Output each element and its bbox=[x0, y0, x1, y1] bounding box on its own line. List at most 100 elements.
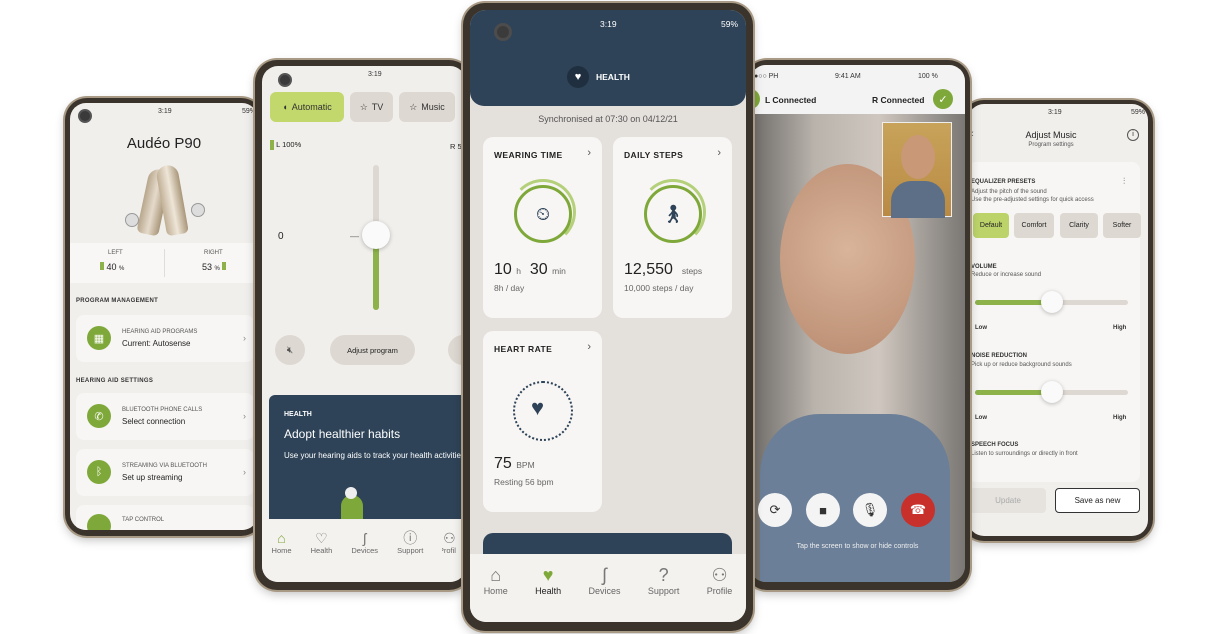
profile-icon: ⚇ bbox=[711, 565, 728, 585]
volume-high: High bbox=[1113, 325, 1127, 331]
preset-comfort[interactable]: Comfort bbox=[1014, 213, 1054, 238]
nav-devices[interactable]: ʃ Devices bbox=[588, 564, 620, 622]
connection-bar: ✓ L Connected R Connected ✓ bbox=[750, 87, 965, 114]
walking-person-icon: 🚶︎ bbox=[644, 185, 702, 243]
switch-camera-button[interactable]: ⟳ bbox=[758, 493, 792, 527]
divider bbox=[164, 249, 165, 277]
bpm-unit: BPM bbox=[516, 460, 535, 470]
preset-clarity[interactable]: Clarity bbox=[1060, 213, 1098, 238]
noise-slider[interactable] bbox=[975, 381, 1128, 403]
update-button[interactable]: Update bbox=[970, 488, 1046, 513]
nav-label: Support bbox=[397, 546, 424, 555]
nav-devices[interactable]: ʃ Devices bbox=[351, 530, 378, 582]
nav-health[interactable]: ♡ Health bbox=[311, 530, 333, 582]
home-icon: ⌂ bbox=[490, 565, 502, 585]
pip-face bbox=[901, 135, 935, 179]
eq-line1: Adjust the pitch of the sound bbox=[971, 189, 1047, 195]
left-battery: 40 % bbox=[100, 262, 124, 272]
nav-home[interactable]: ⌂ Home bbox=[484, 564, 508, 622]
health-screen: 3:19 59% ♥ HEALTH Synchronised at 07:30 … bbox=[470, 10, 746, 622]
mute-button[interactable]: 🔇︎ bbox=[275, 335, 305, 365]
page-title: Adjust Music bbox=[1025, 130, 1077, 140]
right-value: 53 bbox=[202, 262, 213, 272]
pip-body bbox=[891, 181, 945, 218]
status-time: 3:19 bbox=[368, 71, 382, 78]
status-carrier: ●○○ PH bbox=[754, 73, 779, 80]
nav-home[interactable]: ⌂ Home bbox=[272, 530, 292, 582]
tab-label: TV bbox=[371, 102, 384, 112]
tap-control-row[interactable]: TAP CONTROL bbox=[76, 505, 254, 530]
left-label: LEFT bbox=[108, 250, 123, 256]
ear-icon: ◖ bbox=[282, 102, 288, 112]
nav-label: Devices bbox=[351, 546, 379, 555]
music-screen: 3:19 59% ‹ Adjust Music Program settings… bbox=[968, 104, 1148, 536]
tab-tv[interactable]: ☆ TV bbox=[350, 92, 393, 122]
health-promo-card[interactable]: HEALTH Adopt healthier habits Use your h… bbox=[269, 395, 466, 519]
volume-value: 0 bbox=[278, 231, 284, 242]
promo-title: Adopt healthier habits bbox=[284, 427, 401, 441]
nav-label: Devices bbox=[588, 586, 621, 596]
chevron-right-icon: › bbox=[243, 411, 246, 421]
home-icon: ⌂ bbox=[277, 530, 286, 546]
heart-rate-card[interactable]: HEART RATE › ♥ 75 BPM Resting 56 bpm bbox=[483, 331, 602, 512]
mic-button[interactable]: 🎙︎ bbox=[853, 493, 887, 527]
video-toggle-button[interactable]: ■ bbox=[806, 493, 840, 527]
minus-icon: — bbox=[350, 231, 359, 241]
battery-icon bbox=[270, 140, 274, 151]
nav-label: Profile bbox=[706, 586, 733, 596]
right-unit: % bbox=[214, 266, 220, 272]
star-icon: ☆ bbox=[359, 101, 368, 112]
help-icon: ? bbox=[658, 565, 669, 585]
profile-icon: ⚇ bbox=[443, 530, 456, 546]
tab-music[interactable]: ☆ Music bbox=[399, 92, 455, 122]
nav-profile[interactable]: ⚇Profile bbox=[442, 530, 456, 582]
steps-unit: steps bbox=[681, 266, 703, 276]
info-icon[interactable]: i bbox=[1127, 129, 1139, 141]
slider-thumb[interactable] bbox=[1040, 381, 1063, 403]
nav-label: Health bbox=[535, 586, 562, 596]
nav-label: Profile bbox=[442, 546, 456, 555]
end-call-button[interactable]: ☎︎ bbox=[901, 493, 935, 527]
preset-softer[interactable]: Softer bbox=[1103, 213, 1141, 238]
phone-calls-row[interactable]: ✆ BLUETOOTH PHONE CALLS Select connectio… bbox=[76, 393, 254, 440]
slider-thumb[interactable] bbox=[1040, 291, 1063, 313]
chevron-right-icon: › bbox=[243, 333, 246, 343]
nav-support[interactable]: ⓘ Support bbox=[397, 530, 423, 582]
save-as-new-button[interactable]: Save as new bbox=[1055, 488, 1140, 513]
phone-bluetooth-icon: ✆ bbox=[87, 404, 111, 428]
nav-support[interactable]: ? Support bbox=[648, 564, 680, 622]
nav-label: Support bbox=[647, 586, 680, 596]
streaming-row[interactable]: ᛒ STREAMING VIA BLUETOOTH Set up streami… bbox=[76, 449, 254, 496]
adjust-program-button[interactable]: Adjust program bbox=[330, 335, 415, 365]
steps-value: 12,550 bbox=[624, 261, 673, 278]
card-title: DAILY STEPS bbox=[624, 150, 684, 160]
nav-health[interactable]: ♥ Health bbox=[535, 564, 561, 622]
tab-label: Automatic bbox=[291, 102, 332, 112]
battery-panel: LEFT 40 % RIGHT 53 % bbox=[70, 243, 258, 283]
wearing-time-card[interactable]: WEARING TIME › ⏲ 10 h 30 min 8h / day bbox=[483, 137, 602, 318]
nav-profile[interactable]: ⚇Profile bbox=[707, 564, 733, 622]
status-battery: 59% bbox=[241, 108, 256, 115]
right-label: RIGHT bbox=[204, 250, 223, 256]
noise-high: High bbox=[1113, 415, 1127, 421]
preset-default[interactable]: Default bbox=[973, 213, 1009, 238]
bpm-value: 75 bbox=[494, 455, 512, 472]
daily-steps-card[interactable]: DAILY STEPS › 🚶︎ 12,550 steps 10,000 ste… bbox=[613, 137, 732, 318]
camera bbox=[278, 73, 292, 87]
chevron-right-icon: › bbox=[717, 147, 721, 159]
steps-value-row: 12,550 steps bbox=[624, 261, 702, 279]
battery-left: L 100% bbox=[270, 140, 301, 151]
equalizer-icon[interactable]: ⫶ bbox=[1123, 176, 1125, 187]
resting-rate: Resting 56 bpm bbox=[494, 477, 554, 487]
programs-row[interactable]: ▦ HEARING AID PROGRAMS Current: Autosens… bbox=[76, 315, 254, 362]
section-program-management: PROGRAM MANAGEMENT bbox=[76, 298, 159, 304]
volume-sub: Reduce or increase sound bbox=[971, 272, 1042, 278]
camera bbox=[494, 23, 512, 41]
tab-automatic[interactable]: ◖ Automatic bbox=[270, 92, 344, 122]
volume-slider[interactable] bbox=[975, 291, 1128, 313]
volume-thumb[interactable] bbox=[362, 221, 390, 249]
self-view-pip[interactable] bbox=[882, 122, 952, 218]
hours: 10 bbox=[494, 261, 512, 278]
status-time: 3:19 bbox=[1048, 109, 1062, 116]
streaming-value: Set up streaming bbox=[122, 473, 183, 482]
